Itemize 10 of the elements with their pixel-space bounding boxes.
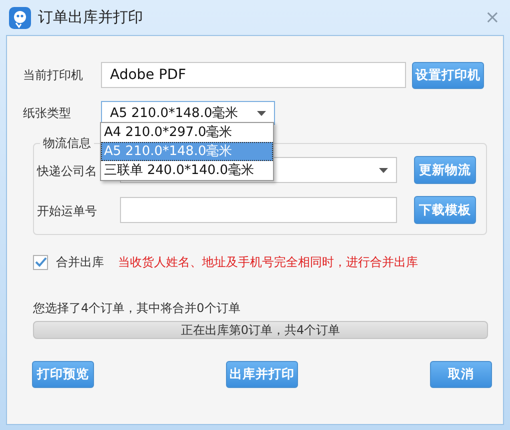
merge-label: 合并出库 <box>56 254 104 270</box>
group-legend: 物流信息 <box>40 135 94 152</box>
progress-text: 正在出库第0订单，共4个订单 <box>180 322 340 338</box>
merge-note: 当收货人姓名、地址及手机号完全相同时，进行合并出库 <box>118 254 418 270</box>
window-title: 订单出库并打印 <box>38 8 144 27</box>
waybill-label: 开始运单号 <box>37 204 97 218</box>
selection-summary: 您选择了4个订单，其中将合并0个订单 <box>33 301 240 315</box>
printer-label: 当前打印机 <box>23 66 84 84</box>
courier-label: 快递公司名 <box>37 164 97 178</box>
paper-label: 纸张类型 <box>23 104 72 122</box>
